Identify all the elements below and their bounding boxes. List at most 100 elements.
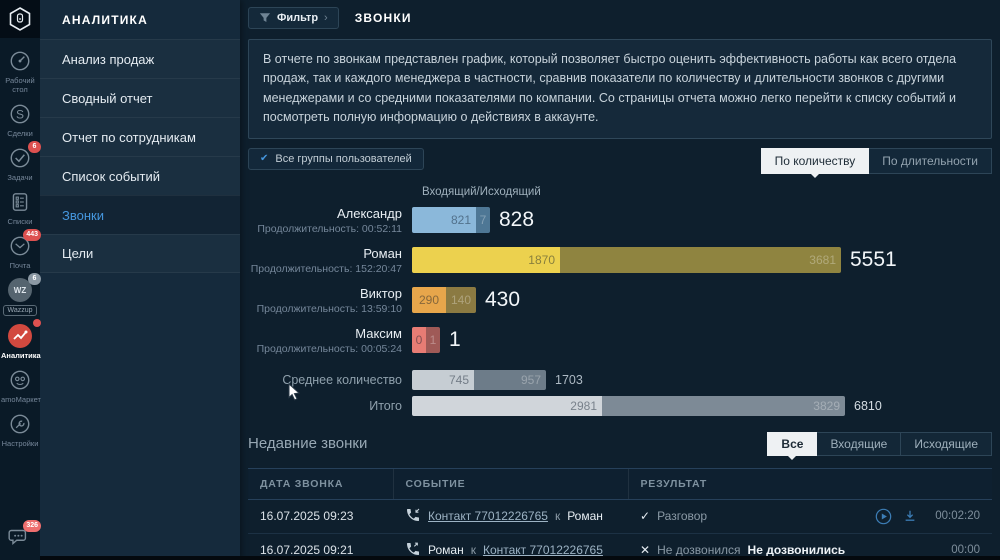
chart-legend: Входящий/Исходящий xyxy=(422,185,541,198)
chart-controls: ✔ Все группы пользователей По количеству… xyxy=(248,147,992,178)
chart-row-alexandr: Александр Продолжительность: 00:52:11 821… xyxy=(248,206,992,235)
menu-item-calls[interactable]: Звонки xyxy=(40,195,240,234)
total-count: 1 xyxy=(449,328,461,351)
analytics-menu: АНАЛИТИКА Анализ продаж Сводный отчет От… xyxy=(40,0,240,560)
summary-label: Среднее количество xyxy=(282,372,402,387)
manager-duration: Продолжительность: 00:52:11 xyxy=(257,222,402,235)
sidebar-item-tasks[interactable]: 6 Задачи xyxy=(7,141,41,182)
sidebar-item-amomarket[interactable]: amoМаркет xyxy=(1,367,41,404)
menu-item-event-list[interactable]: Список событий xyxy=(40,156,240,195)
analytics-icon xyxy=(7,319,41,349)
table-row: 16.07.2025 09:23 Контакт 77012226765 к Р… xyxy=(248,499,992,534)
active-tab-notch xyxy=(809,172,820,178)
tasks-badge: 6 xyxy=(28,141,41,153)
wazzup-label: Wazzup xyxy=(3,305,37,316)
sidebar-item-settings[interactable]: Настройки xyxy=(2,411,38,448)
total-count: 5551 xyxy=(850,248,897,271)
column-header-event: СОБЫТИЕ xyxy=(392,467,628,500)
chart-row-total: Итого 2981 3829 6810 xyxy=(248,395,992,416)
bar-alexandr[interactable]: 821 7 xyxy=(412,207,490,233)
bar-average[interactable]: 745 957 xyxy=(412,369,546,390)
manager-name: Александр xyxy=(336,205,402,221)
total-count: 828 xyxy=(499,208,535,231)
menu-item-summary-report[interactable]: Сводный отчет xyxy=(40,78,240,117)
play-button[interactable] xyxy=(875,508,892,525)
bar-total[interactable]: 2981 3829 xyxy=(412,395,845,416)
sidebar-item-wazzup[interactable]: WZ 6 Wazzup xyxy=(3,273,41,316)
call-duration: 00:00 xyxy=(951,544,980,556)
manager-name: Роман xyxy=(428,543,464,557)
chat-badge: 326 xyxy=(23,520,41,532)
contact-link[interactable]: Контакт 77012226765 xyxy=(483,543,603,557)
main-content: Фильтр › ЗВОНКИ В отчете по звонкам пред… xyxy=(240,0,1000,560)
support-chat-button[interactable]: 326 xyxy=(7,520,41,550)
total-count: 6810 xyxy=(854,398,882,413)
sidebar-item-mail[interactable]: 443 Почта xyxy=(7,229,41,270)
tab-outgoing[interactable]: Исходящие xyxy=(901,431,992,456)
hexagon-logo-icon xyxy=(9,7,31,31)
settings-icon xyxy=(7,411,33,437)
wazzup-badge: 6 xyxy=(28,273,41,285)
tasks-icon: 6 xyxy=(7,141,41,171)
bottom-edge xyxy=(40,556,1000,560)
icon-rail: Рабочий стол S Сделки 6 Задачи Списки 44… xyxy=(0,0,41,560)
manager-duration: Продолжительность: 152:20:47 xyxy=(250,262,402,275)
download-icon[interactable] xyxy=(903,509,917,523)
tab-by-duration[interactable]: По длительности xyxy=(869,147,992,174)
manager-name: Роман xyxy=(363,245,402,261)
sidebar-item-lists[interactable]: Списки xyxy=(7,189,33,226)
total-count: 1703 xyxy=(555,372,583,387)
menu-item-sales-analysis[interactable]: Анализ продаж xyxy=(40,39,240,78)
menu-item-employee-report[interactable]: Отчет по сотрудникам xyxy=(40,117,240,156)
summary-label: Итого xyxy=(369,398,402,413)
report-description: В отчете по звонкам представлен график, … xyxy=(248,39,992,139)
filter-button[interactable]: Фильтр › xyxy=(248,7,339,29)
svg-text:S: S xyxy=(16,107,24,121)
call-result: Разговор xyxy=(657,509,708,523)
bar-viktor[interactable]: 290 140 xyxy=(412,287,476,313)
check-icon: ✔ xyxy=(260,153,269,164)
column-header-result: РЕЗУЛЬТАТ xyxy=(627,467,992,500)
amomarket-icon xyxy=(7,367,33,393)
bar-maksim[interactable]: 0 1 xyxy=(412,327,440,353)
total-count: 430 xyxy=(485,288,521,311)
funnel-icon xyxy=(259,13,271,22)
call-result: Не дозвонился xyxy=(657,543,741,557)
chevron-right-icon: › xyxy=(324,12,328,24)
bar-roman[interactable]: 1870 3681 xyxy=(412,247,841,273)
incoming-call-icon xyxy=(405,507,421,526)
app-logo[interactable] xyxy=(0,0,40,38)
wazzup-icon: WZ 6 xyxy=(7,273,41,303)
tab-by-quantity[interactable]: По количеству xyxy=(760,147,870,178)
sidebar-item-deals[interactable]: S Сделки xyxy=(7,101,33,138)
check-icon: ✓ xyxy=(640,509,651,523)
chart-row-maksim: Максим Продолжительность: 00:05:24 0 1 1 xyxy=(248,326,992,355)
call-date: 16.07.2025 09:23 xyxy=(248,499,393,534)
chart-row-average: Среднее количество 745 957 1703 xyxy=(248,369,992,390)
manager-duration: Продолжительность: 00:05:24 xyxy=(256,342,402,355)
manager-name: Роман xyxy=(567,509,603,523)
chart-row-viktor: Виктор Продолжительность: 13:59:10 290 14… xyxy=(248,286,992,315)
chat-icon: 326 xyxy=(7,520,41,550)
column-header-date: ДАТА ЗВОНКА xyxy=(248,467,393,500)
contact-link[interactable]: Контакт 77012226765 xyxy=(428,509,548,523)
manager-name: Максим xyxy=(355,325,402,341)
recent-calls-table: ДАТА ЗВОНКА СОБЫТИЕ РЕЗУЛЬТАТ 16.07.2025… xyxy=(248,467,992,560)
call-direction-tabs: Все Входящие Исходящие xyxy=(767,431,992,460)
sidebar-item-analytics[interactable]: Аналитика xyxy=(1,319,41,360)
chart-row-roman: Роман Продолжительность: 152:20:47 1870 3… xyxy=(248,246,992,275)
call-duration: 00:02:20 xyxy=(935,510,980,522)
mail-badge: 443 xyxy=(23,229,41,241)
user-groups-filter[interactable]: ✔ Все группы пользователей xyxy=(248,147,424,170)
sidebar-item-desktop[interactable]: Рабочий стол xyxy=(1,48,39,94)
recent-calls-title: Недавние звонки xyxy=(248,435,368,452)
page-title: ЗВОНКИ xyxy=(354,11,412,25)
menu-item-goals[interactable]: Цели xyxy=(40,234,240,273)
menu-title: АНАЛИТИКА xyxy=(62,13,148,27)
lists-icon xyxy=(7,189,33,215)
deals-icon: S xyxy=(7,101,33,127)
recent-calls-header: Недавние звонки Все Входящие Исходящие xyxy=(248,431,992,460)
cross-icon: ✕ xyxy=(640,543,651,557)
tab-all[interactable]: Все xyxy=(767,431,818,460)
tab-incoming[interactable]: Входящие xyxy=(817,431,902,456)
